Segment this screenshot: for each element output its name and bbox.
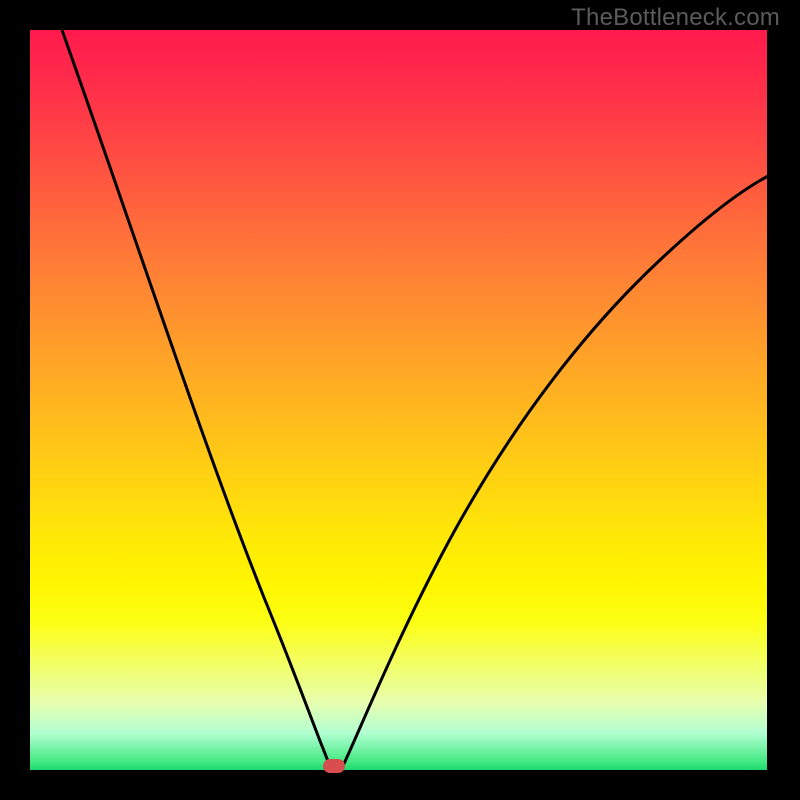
minimum-marker xyxy=(323,759,345,773)
watermark-text: TheBottleneck.com xyxy=(571,4,780,32)
chart-plot-area xyxy=(30,30,770,770)
